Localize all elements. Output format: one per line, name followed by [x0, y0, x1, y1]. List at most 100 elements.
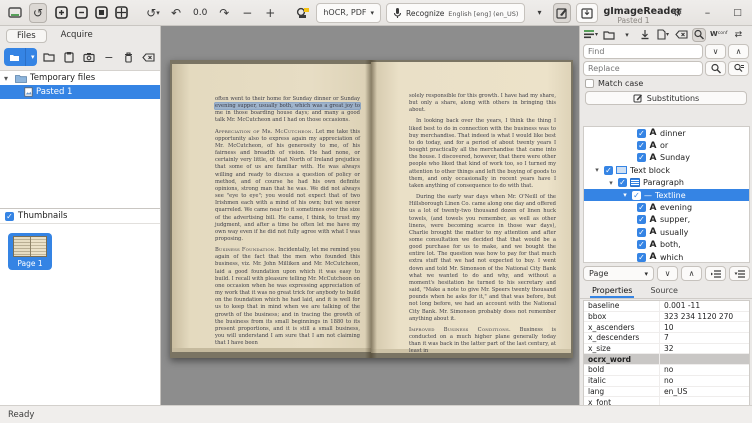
- zoom-best-fit-button[interactable]: [92, 3, 110, 23]
- tab-properties[interactable]: Properties: [590, 284, 634, 298]
- zoom-out-button[interactable]: [72, 3, 90, 23]
- tree-paragraph-row[interactable]: ▾✓Paragraph: [584, 177, 749, 189]
- find-prev-button[interactable]: ∧: [728, 44, 749, 59]
- word-checkbox[interactable]: ✓: [637, 129, 646, 138]
- word-checkbox[interactable]: ✓: [637, 228, 646, 237]
- property-value[interactable]: no: [660, 376, 749, 385]
- tree-word-row[interactable]: ✓Aor: [584, 139, 749, 151]
- output-mode-dropdown[interactable]: hOCR, PDF ▾: [316, 3, 381, 23]
- spin-increase-button[interactable]: +: [261, 3, 279, 23]
- import-button[interactable]: [638, 28, 652, 42]
- property-row[interactable]: italicno: [584, 376, 749, 387]
- tree-word-row[interactable]: ✓Adinner: [584, 127, 749, 139]
- save-hocr-dropdown[interactable]: ▾: [656, 28, 670, 42]
- rotate-page-button[interactable]: ↺: [29, 3, 47, 23]
- textline-checkbox[interactable]: ✓: [632, 191, 641, 200]
- open-options-chevron[interactable]: ▾: [620, 28, 634, 42]
- property-row[interactable]: baseline0.001 -11: [584, 301, 749, 312]
- property-value[interactable]: 323 234 1120 270: [660, 312, 749, 321]
- word-checkbox[interactable]: ✓: [637, 215, 646, 224]
- tree-textline-row-selected[interactable]: ▾✓—Textline: [584, 189, 749, 201]
- property-row[interactable]: x_size32: [584, 344, 749, 355]
- tree-word-row[interactable]: ✓ASunday: [584, 152, 749, 164]
- open-hocr-button[interactable]: [602, 28, 616, 42]
- zoom-in-button[interactable]: [52, 3, 70, 23]
- word-checkbox[interactable]: ✓: [637, 240, 646, 249]
- tab-source[interactable]: Source: [648, 284, 679, 298]
- page-combo[interactable]: Page ▾: [583, 266, 654, 281]
- word-checkbox[interactable]: ✓: [637, 203, 646, 212]
- replace-input[interactable]: [583, 61, 703, 76]
- next-item-button[interactable]: ∨: [657, 266, 678, 281]
- thumbnails-checkbox[interactable]: ✓: [5, 212, 14, 221]
- tree-block-row[interactable]: ▾✓Text block: [584, 164, 749, 176]
- expander-icon[interactable]: ▾: [593, 166, 601, 174]
- property-value[interactable]: no: [660, 365, 749, 374]
- replace-all-button[interactable]: [728, 61, 749, 76]
- tab-files[interactable]: Files: [6, 29, 47, 43]
- collapse-all-button[interactable]: [705, 266, 726, 281]
- expander-icon[interactable]: ▾: [607, 179, 615, 187]
- tree-word-row[interactable]: ✓Aevening: [584, 201, 749, 213]
- property-value[interactable]: 0.001 -11: [660, 301, 749, 310]
- settings-gear-button[interactable]: ⚙: [668, 3, 686, 23]
- clear-sources-button[interactable]: [141, 53, 156, 62]
- tree-word-row[interactable]: ✓Aboth,: [584, 239, 749, 251]
- property-row[interactable]: x_descenders7: [584, 333, 749, 344]
- open-folder-button[interactable]: [42, 52, 57, 62]
- word-checkbox[interactable]: ✓: [637, 253, 646, 262]
- screenshot-button[interactable]: [82, 52, 97, 62]
- property-row[interactable]: langen_US: [584, 387, 749, 398]
- block-checkbox[interactable]: ✓: [604, 166, 613, 175]
- remove-source-button[interactable]: −: [101, 51, 116, 64]
- paragraph-checkbox[interactable]: ✓: [618, 178, 627, 187]
- expander-icon[interactable]: ▾: [4, 74, 12, 83]
- clear-output-button[interactable]: [674, 28, 688, 42]
- find-next-button[interactable]: ∨: [705, 44, 726, 59]
- tree-item-pasted[interactable]: Pasted 1: [0, 85, 160, 99]
- word-checkbox[interactable]: ✓: [637, 141, 646, 150]
- tree-word-row[interactable]: ✓Awhich: [584, 251, 749, 263]
- property-row[interactable]: bbox323 234 1120 270: [584, 312, 749, 323]
- tree-word-row[interactable]: ✓Asupper,: [584, 214, 749, 226]
- document-canvas[interactable]: often went to their home for Sunday dinn…: [161, 26, 579, 405]
- recognize-button[interactable]: Recognize English [eng] (en_US): [386, 3, 525, 23]
- preview-toggle[interactable]: ⇄: [731, 28, 745, 42]
- word-checkbox[interactable]: ✓: [637, 153, 646, 162]
- selected-textline-highlight[interactable]: evening supper, usually both, which was …: [215, 103, 360, 109]
- delete-source-button[interactable]: [121, 52, 136, 63]
- tree-word-row[interactable]: ✓Ausually: [584, 226, 749, 238]
- replace-button[interactable]: [705, 61, 726, 76]
- paste-button[interactable]: [62, 51, 77, 63]
- insert-mode-dropdown[interactable]: ▾: [583, 28, 598, 42]
- tree-item-temporary-files[interactable]: ▾ Temporary files: [0, 71, 160, 85]
- word-confidence-toggle[interactable]: W conf: [710, 28, 727, 42]
- image-controls-button[interactable]: [293, 3, 311, 23]
- rotate-cw-button[interactable]: ↷: [215, 3, 233, 23]
- property-row[interactable]: boldno: [584, 365, 749, 376]
- match-case-checkbox[interactable]: [585, 79, 594, 88]
- property-value[interactable]: 7: [660, 333, 749, 342]
- save-button[interactable]: [576, 3, 598, 23]
- expand-all-button[interactable]: [729, 266, 750, 281]
- substitutions-button[interactable]: Substitutions: [585, 91, 747, 105]
- tab-acquire[interactable]: Acquire: [51, 29, 103, 43]
- find-replace-toggle[interactable]: [692, 28, 706, 42]
- find-input[interactable]: [583, 44, 703, 59]
- edit-mode-toggle[interactable]: [553, 3, 571, 23]
- property-value[interactable]: 32: [660, 344, 749, 353]
- add-images-chevron[interactable]: ▾: [25, 48, 37, 66]
- zoom-original-size-button[interactable]: [112, 3, 130, 23]
- maximize-button[interactable]: □: [728, 3, 746, 23]
- add-images-split-button[interactable]: ▾: [4, 48, 37, 66]
- prev-item-button[interactable]: ∧: [681, 266, 702, 281]
- spin-decrease-button[interactable]: −: [238, 3, 256, 23]
- recognize-language-chevron[interactable]: ▾: [530, 3, 548, 23]
- minimize-button[interactable]: –: [698, 3, 716, 23]
- property-row[interactable]: x_ascenders10: [584, 322, 749, 333]
- thumbnail-page-1[interactable]: Page 1: [8, 233, 52, 270]
- expander-icon[interactable]: ▾: [621, 191, 629, 199]
- rotate-ccw-button[interactable]: ↶: [167, 3, 185, 23]
- rotation-spinbox[interactable]: 0.0: [190, 8, 210, 18]
- property-value[interactable]: en_US: [660, 387, 749, 396]
